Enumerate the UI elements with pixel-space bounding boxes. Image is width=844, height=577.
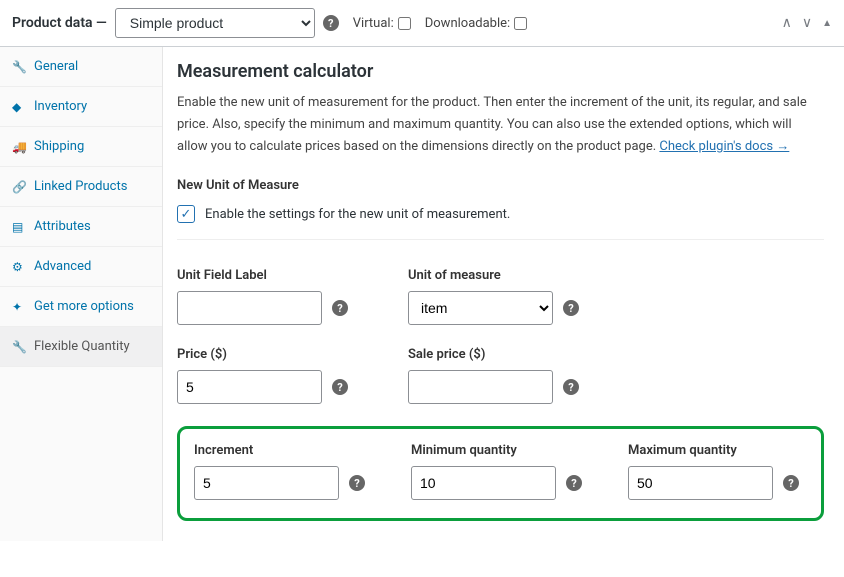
tab-flexible-quantity[interactable]: 🔧 Flexible Quantity (0, 327, 162, 367)
field-unit-label: Unit Field Label ? (177, 268, 348, 325)
downloadable-toggle-label: Downloadable: (425, 16, 527, 31)
tab-label: Shipping (34, 139, 84, 154)
tab-get-more-options[interactable]: ✦ Get more options (0, 287, 162, 327)
help-icon[interactable]: ? (332, 379, 348, 395)
gear-icon: ⚙ (12, 260, 26, 274)
field-label: Minimum quantity (411, 443, 582, 458)
move-down-icon[interactable]: ∨ (802, 15, 812, 31)
collapse-icon[interactable]: ▲ (822, 18, 832, 29)
virtual-toggle-label: Virtual: (353, 16, 411, 31)
price-input[interactable] (177, 370, 322, 404)
help-icon[interactable]: ? (349, 475, 365, 491)
separator (177, 239, 824, 240)
min-qty-input[interactable] (411, 466, 556, 500)
field-label: Maximum quantity (628, 443, 799, 458)
max-qty-input[interactable] (628, 466, 773, 500)
tab-linked-products[interactable]: 🔗 Linked Products (0, 167, 162, 207)
unit-of-measure-select[interactable]: item (408, 291, 553, 325)
field-increment: Increment ? (194, 443, 365, 500)
tab-inventory[interactable]: ◆ Inventory (0, 87, 162, 127)
header-right-controls: ∧ ∨ ▲ (782, 15, 832, 31)
tab-label: Attributes (34, 219, 91, 234)
virtual-label-text: Virtual: (353, 16, 394, 31)
enable-checkbox[interactable]: ✓ (177, 205, 195, 223)
tab-label: Get more options (34, 299, 134, 314)
field-label: Price ($) (177, 347, 348, 362)
fields-block: Unit Field Label ? Unit of measure item … (177, 268, 824, 521)
field-sale-price: Sale price ($) ? (408, 347, 579, 404)
move-up-icon[interactable]: ∧ (782, 15, 792, 31)
tab-attributes[interactable]: ▤ Attributes (0, 207, 162, 247)
header-checkboxes: Virtual: Downloadable: (353, 16, 527, 31)
virtual-checkbox[interactable] (398, 17, 411, 30)
link-icon: 🔗 (12, 180, 26, 194)
help-icon[interactable]: ? (323, 15, 339, 31)
tab-label: Flexible Quantity (34, 339, 130, 354)
truck-icon: 🚚 (12, 140, 26, 154)
sale-price-input[interactable] (408, 370, 553, 404)
tab-label: Inventory (34, 99, 87, 114)
help-icon[interactable]: ? (566, 475, 582, 491)
tabs-sidebar: 🔧 General ◆ Inventory 🚚 Shipping 🔗 Linked Pr… (0, 47, 163, 541)
section-description: Enable the new unit of measurement for t… (177, 92, 824, 158)
tab-label: Advanced (34, 259, 91, 274)
field-label: Increment (194, 443, 365, 458)
tab-label: Linked Products (34, 179, 127, 194)
sparkle-icon: ✦ (12, 300, 26, 314)
list-icon: ▤ (12, 220, 26, 234)
field-label: Sale price ($) (408, 347, 579, 362)
wrench-icon: 🔧 (12, 60, 26, 74)
enable-row: ✓ Enable the settings for the new unit o… (177, 205, 824, 223)
downloadable-checkbox[interactable] (514, 17, 527, 30)
new-unit-title: New Unit of Measure (177, 178, 824, 193)
help-icon[interactable]: ? (563, 379, 579, 395)
field-label: Unit Field Label (177, 268, 348, 283)
increment-input[interactable] (194, 466, 339, 500)
docs-link[interactable]: Check plugin's docs → (659, 139, 789, 154)
highlight-box: Increment ? Minimum quantity ? Maximum q… (177, 426, 824, 521)
tag-icon: ◆ (12, 100, 26, 114)
tab-general[interactable]: 🔧 General (0, 47, 162, 87)
tab-content: Measurement calculator Enable the new un… (163, 47, 844, 541)
row-price: Price ($) ? Sale price ($) ? (177, 347, 824, 404)
product-type-select[interactable]: Simple product (115, 8, 315, 38)
unit-field-label-input[interactable] (177, 291, 322, 325)
field-unit-of-measure: Unit of measure item ? (408, 268, 579, 325)
help-icon[interactable]: ? (563, 300, 579, 316)
enable-label: Enable the settings for the new unit of … (205, 207, 510, 222)
field-price: Price ($) ? (177, 347, 348, 404)
field-min-qty: Minimum quantity ? (411, 443, 582, 500)
panel-body: 🔧 General ◆ Inventory 🚚 Shipping 🔗 Linked Pr… (0, 47, 844, 541)
tab-label: General (34, 59, 78, 74)
wrench-icon: 🔧 (12, 340, 26, 354)
panel-title: Product data — (12, 15, 107, 31)
tab-shipping[interactable]: 🚚 Shipping (0, 127, 162, 167)
downloadable-label-text: Downloadable: (425, 16, 510, 31)
field-label: Unit of measure (408, 268, 579, 283)
help-icon[interactable]: ? (783, 475, 799, 491)
field-max-qty: Maximum quantity ? (628, 443, 799, 500)
section-title: Measurement calculator (177, 61, 824, 82)
help-icon[interactable]: ? (332, 300, 348, 316)
row-unit: Unit Field Label ? Unit of measure item … (177, 268, 824, 325)
tab-advanced[interactable]: ⚙ Advanced (0, 247, 162, 287)
panel-header: Product data — Simple product ? Virtual:… (0, 0, 844, 47)
